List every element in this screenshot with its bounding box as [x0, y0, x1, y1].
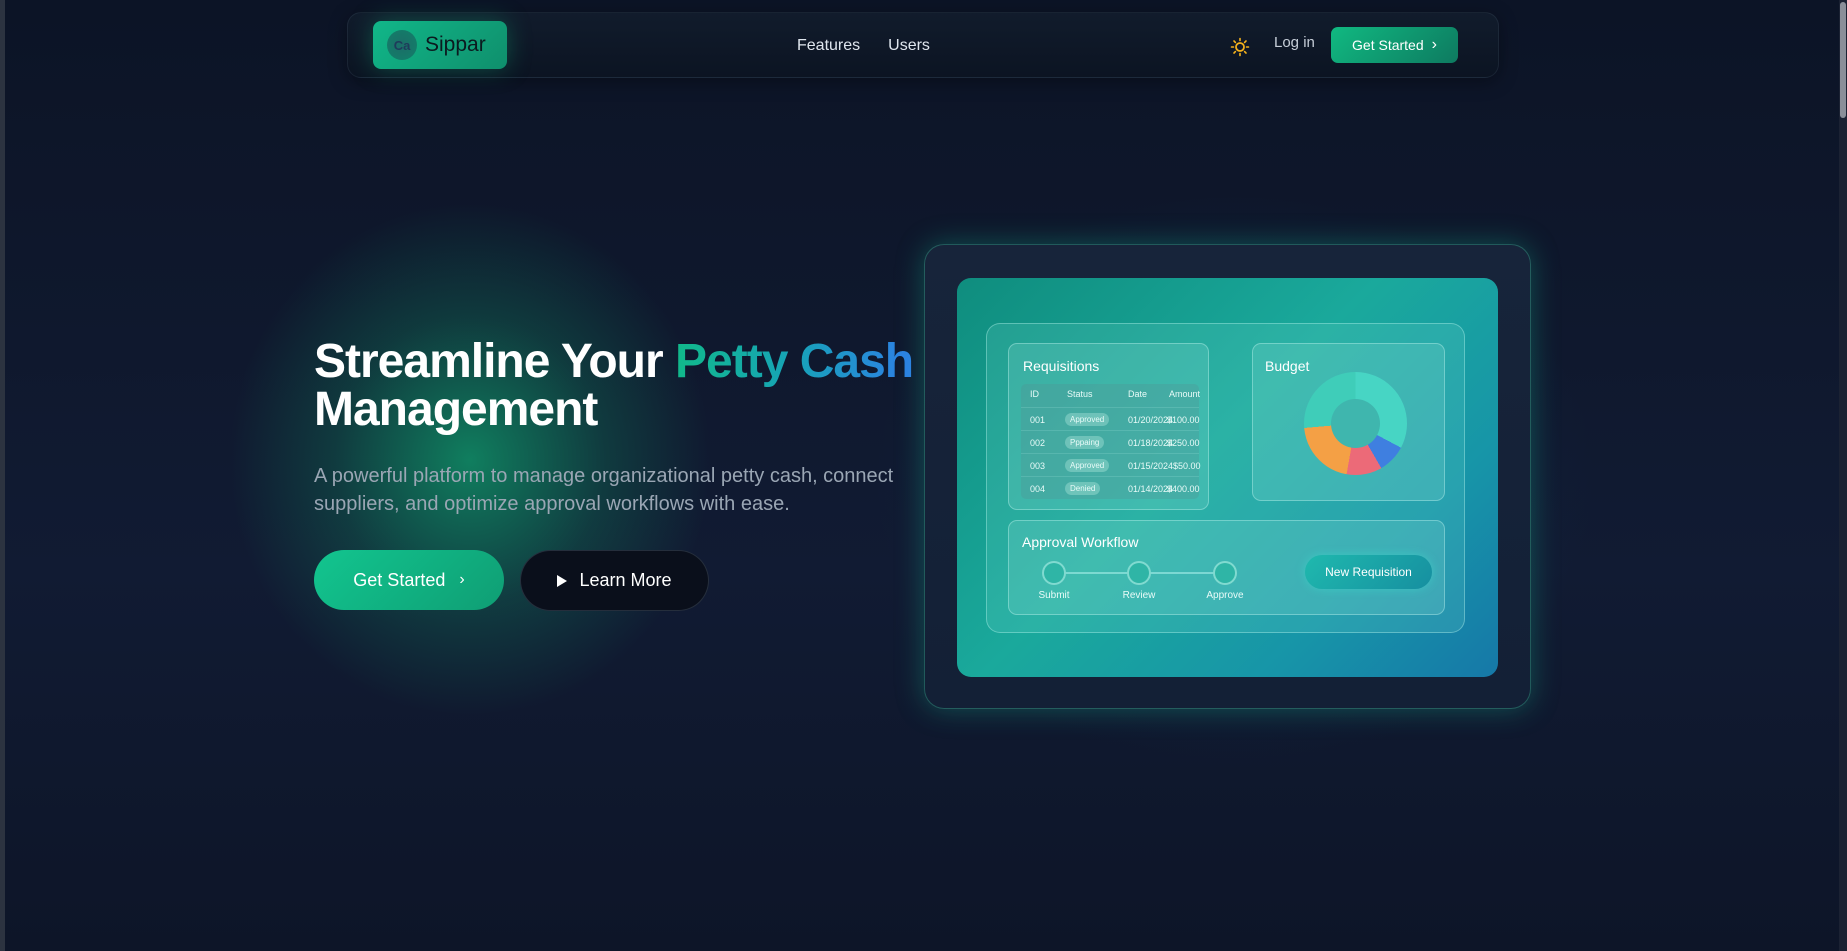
sun-icon[interactable]: [1230, 37, 1250, 57]
cell-amount: $400.00: [1167, 484, 1200, 494]
cell-id: 003: [1030, 461, 1046, 471]
cell-amount: $100.00: [1167, 415, 1200, 425]
hero-title-highlight: Petty Cash: [675, 335, 914, 388]
workflow-step-label: Approve: [1206, 590, 1244, 601]
status-badge: Denied: [1065, 482, 1101, 495]
nav-links: Features Users: [797, 37, 930, 55]
nav-get-started-label: Get Started: [1352, 37, 1424, 53]
nav-get-started-button[interactable]: Get Started ›: [1331, 27, 1458, 63]
budget-title: Budget: [1265, 358, 1310, 374]
chevron-right-icon: ›: [459, 571, 465, 588]
table-header-row: ID Status Date Amount: [1021, 384, 1201, 407]
dashboard-preview: Requisitions ID Status Date Amount 001 A…: [924, 244, 1531, 709]
cell-id: 004: [1030, 484, 1046, 494]
play-icon: [557, 574, 568, 587]
requisitions-title: Requisitions: [1023, 358, 1100, 374]
login-link[interactable]: Log in: [1274, 34, 1315, 51]
learn-more-label: Learn More: [579, 570, 672, 590]
learn-more-button[interactable]: Learn More: [520, 550, 709, 611]
scrollbar[interactable]: [1839, 0, 1847, 951]
hero-title-part2: Management: [314, 383, 598, 436]
column-header: Status: [1067, 389, 1093, 399]
cell-date: 01/15/2024: [1128, 461, 1174, 471]
budget-panel: Budget: [1252, 343, 1445, 501]
get-started-label: Get Started: [353, 569, 446, 590]
status-badge: Approved: [1065, 459, 1110, 472]
table-row[interactable]: 002 Pppaing 01/18/2024 $250.00: [1021, 430, 1200, 453]
requisitions-panel: Requisitions ID Status Date Amount 001 A…: [1008, 343, 1209, 510]
cell-amount: $50.00: [1173, 461, 1201, 471]
dashboard-card: Requisitions ID Status Date Amount 001 A…: [986, 323, 1465, 633]
column-header: Date: [1128, 389, 1148, 399]
table-row[interactable]: 003 Approved 01/15/2024 $50.00: [1021, 453, 1201, 476]
cell-id: 002: [1030, 438, 1046, 448]
workflow-title: Approval Workflow: [1022, 534, 1139, 550]
cell-id: 001: [1030, 415, 1046, 425]
hero-title-part1: Streamline Your: [314, 335, 676, 388]
status-badge: Approved: [1065, 413, 1110, 426]
column-header: Amount: [1169, 389, 1201, 399]
workflow-step-label: Submit: [1038, 590, 1070, 601]
top-navbar: Ca Sippar Features Users Log in Get Star…: [347, 12, 1499, 78]
budget-donut-chart: [1304, 372, 1407, 475]
approval-workflow-panel: Approval Workflow Submit Review Approve …: [1008, 520, 1445, 615]
new-requisition-button[interactable]: New Requisition: [1305, 555, 1432, 589]
table-row[interactable]: 001 Approved 01/20/2024 $100.00: [1021, 407, 1200, 430]
get-started-button[interactable]: Get Started ›: [314, 550, 504, 610]
workflow-step-submit[interactable]: [1042, 561, 1066, 585]
workflow-step-approve[interactable]: [1213, 561, 1237, 585]
column-header: ID: [1030, 389, 1039, 399]
dashboard-preview-screen: Requisitions ID Status Date Amount 001 A…: [957, 278, 1498, 677]
status-badge: Pppaing: [1065, 436, 1105, 449]
requisitions-table: ID Status Date Amount 001 Approved 01/20…: [1021, 384, 1201, 499]
hero-title: Streamline Your Petty Cash Management: [314, 338, 934, 434]
nav-link-features[interactable]: Features: [797, 37, 860, 55]
table-row[interactable]: 004 Denied 01/14/2024 $400.00: [1021, 476, 1200, 499]
scrollbar-thumb[interactable]: [1840, 2, 1846, 118]
brand-name: Sippar: [425, 33, 486, 56]
workflow-step-review[interactable]: [1127, 561, 1151, 585]
nav-link-users[interactable]: Users: [888, 37, 930, 55]
chevron-right-icon: ›: [1431, 36, 1437, 53]
donut-hole: [1331, 399, 1380, 448]
hero-subtitle: A powerful platform to manage organizati…: [314, 465, 894, 515]
logo-icon: Ca: [387, 30, 417, 60]
workflow-step-label: Review: [1122, 590, 1156, 601]
brand-logo-link[interactable]: Ca Sippar: [373, 21, 507, 69]
cell-amount: $250.00: [1167, 438, 1200, 448]
